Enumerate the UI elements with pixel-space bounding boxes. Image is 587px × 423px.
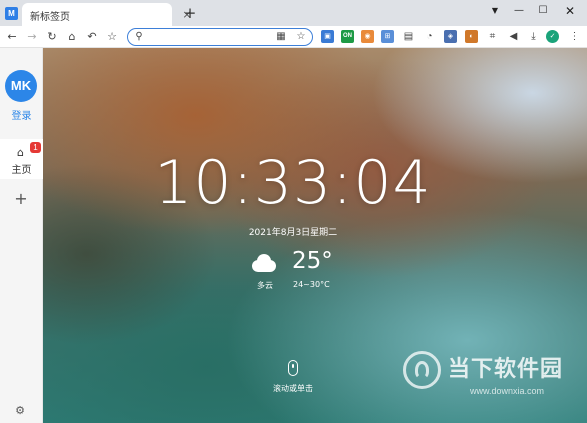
sidebar-item-label: 主页	[11, 165, 32, 176]
tab-search-icon[interactable]: ▼	[484, 2, 506, 20]
mute-ext-icon[interactable]: ◀	[507, 30, 520, 43]
wallet-ext-icon[interactable]: ▣	[321, 30, 334, 43]
watermark-url: www.downxia.com	[470, 386, 545, 396]
favorite-star-icon[interactable]: ☆	[294, 30, 308, 44]
mouse-scroll-icon[interactable]	[288, 360, 298, 376]
grid-ext-icon[interactable]: ⊞	[381, 30, 394, 43]
on-ext-icon[interactable]: ON	[341, 30, 354, 43]
close-window-button[interactable]: ✕	[559, 2, 581, 20]
puzzle-ext-icon[interactable]: ◈	[444, 30, 457, 43]
avatar[interactable]: MK	[5, 70, 37, 102]
browser-toolbar: ← → ↻ ⌂ ↶ ☆ ⚲ ▦ ☆ ▣ ON ◉ ⊞ ▤ ◔ ◈ ◐ ⌗ ◀ ⤓…	[0, 26, 587, 48]
tab-new-tab[interactable]: 新标签页 ×	[22, 3, 192, 26]
sidebar: MK 登录 ⌂ 1 主页 + ⚙	[0, 48, 43, 423]
bookmark-star-icon[interactable]: ☆	[104, 29, 120, 45]
scroll-hint[interactable]: 滚动或单击	[263, 383, 323, 394]
forward-arrow-icon[interactable]: →	[24, 29, 40, 45]
bottle-ext-icon[interactable]: ◉	[361, 30, 374, 43]
address-bar[interactable]: ⚲ ▦ ☆	[127, 28, 313, 46]
weather-description: 多云	[257, 281, 273, 290]
date-label: 2021年8月3日星期二	[248, 228, 338, 238]
crop-ext-icon[interactable]: ⌗	[486, 30, 499, 43]
menu-icon[interactable]: ⋮	[568, 30, 581, 43]
settings-gear-icon[interactable]: ⚙	[13, 404, 27, 418]
notification-badge: 1	[30, 142, 41, 153]
clock-time: 10:33:04	[154, 148, 432, 218]
temperature-range: 24~30°C	[293, 280, 330, 289]
speed-ext-icon[interactable]: ◔	[423, 30, 436, 43]
add-shortcut-button[interactable]: +	[12, 190, 30, 208]
shield-ext-icon[interactable]: ◐	[465, 30, 478, 43]
undo-icon[interactable]: ↶	[84, 29, 100, 45]
back-arrow-icon[interactable]: ←	[4, 29, 20, 45]
new-tab-button[interactable]: +	[182, 5, 198, 21]
download-icon[interactable]: ⤓	[527, 30, 540, 43]
address-input[interactable]	[150, 31, 270, 43]
watermark-text: 当下软件园	[448, 357, 564, 382]
watermark-logo-icon	[403, 351, 441, 389]
home-icon: ⌂	[17, 146, 24, 159]
browser-logo-icon: M	[5, 7, 18, 20]
maximize-button[interactable]: ☐	[532, 2, 554, 20]
tab-title: 新标签页	[30, 12, 70, 23]
login-link[interactable]: 登录	[0, 107, 43, 122]
table-ext-icon[interactable]: ▤	[402, 30, 415, 43]
temperature: 25°	[292, 248, 333, 274]
reload-icon[interactable]: ↻	[44, 29, 60, 45]
browser-window: M 新标签页 × + ▼ — ☐ ✕ ← → ↻ ⌂ ↶ ☆ ⚲ ▦ ☆ ▣ O…	[0, 0, 587, 423]
new-tab-background: 10:33:04 2021年8月3日星期二 多云 25° 24~30°C 滚动或…	[43, 48, 587, 423]
tab-bar: M 新标签页 × + ▼ — ☐ ✕	[0, 0, 587, 26]
profile-icon[interactable]: ✓	[546, 30, 559, 43]
cloud-icon	[252, 253, 278, 273]
sidebar-item-home[interactable]: ⌂ 1 主页	[0, 139, 43, 179]
qr-code-icon[interactable]: ▦	[274, 30, 288, 44]
minimize-button[interactable]: —	[508, 2, 530, 20]
search-icon: ⚲	[135, 31, 143, 42]
home-icon[interactable]: ⌂	[64, 29, 80, 45]
